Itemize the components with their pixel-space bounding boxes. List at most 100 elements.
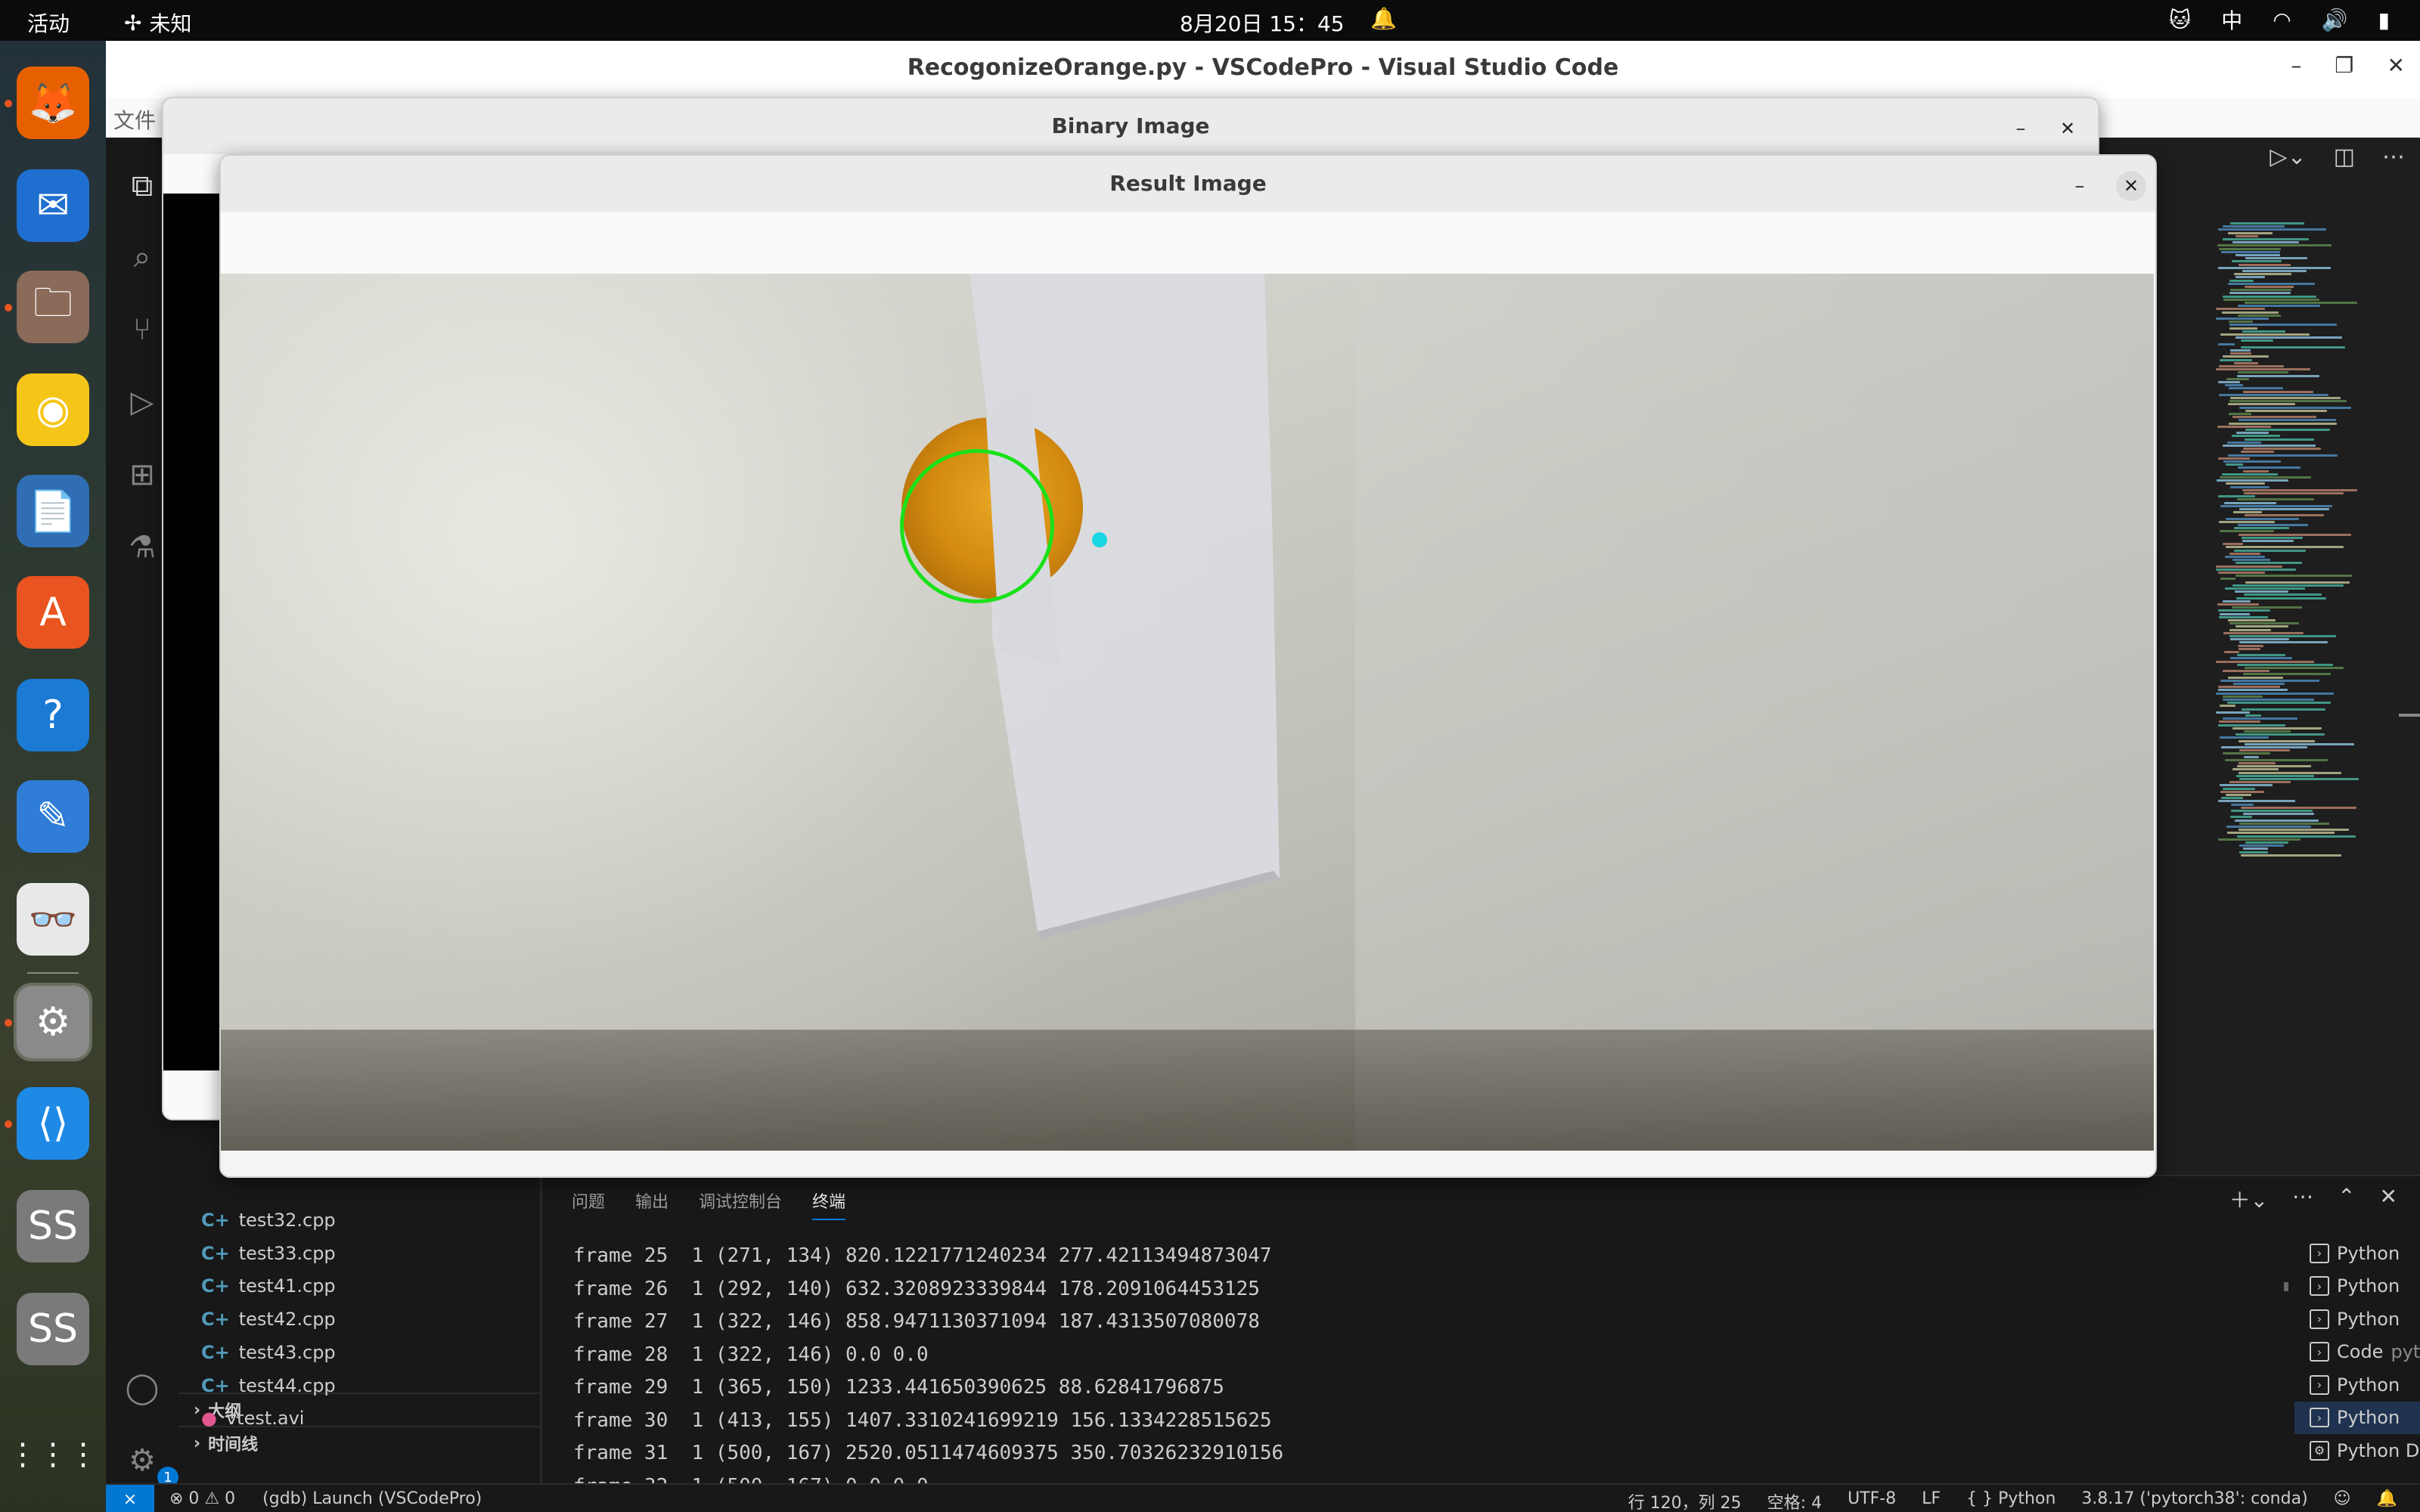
search-icon[interactable]: ⌕ xyxy=(121,236,163,278)
notification-bell-icon[interactable]: 🔔 xyxy=(1370,6,1397,31)
maximize-icon[interactable]: ❐ xyxy=(2335,53,2353,78)
minimap-line xyxy=(2230,638,2289,641)
system-tray: 🐱 中 ◠ 🔊 ▮ xyxy=(2169,5,2390,35)
explorer-file-item[interactable]: ● vtest.avi xyxy=(201,1402,304,1435)
run-icon[interactable]: ▷⌄ xyxy=(2270,144,2306,170)
minimap-line xyxy=(2243,469,2269,472)
split-editor-icon[interactable]: ◫ xyxy=(2334,144,2355,170)
bottom-panel: 问题 输出 调试控制台 终端 ＋⌄ ⋯ ⌃ ✕ frame 25 1 (271, 13… xyxy=(543,1175,2420,1512)
app-menu[interactable]: ✢ 未知 xyxy=(124,8,191,38)
clock[interactable]: 8月20日 15：45 xyxy=(1180,8,1345,38)
minimap-line xyxy=(2244,730,2291,733)
writer-icon[interactable]: 📄 xyxy=(17,475,89,547)
menu-file[interactable]: 文件 xyxy=(113,104,156,135)
close-icon[interactable]: ✕ xyxy=(2387,53,2405,78)
explorer-file-item[interactable]: C+ test42.cpp xyxy=(201,1303,336,1336)
notifications-icon[interactable]: 🔔 xyxy=(2377,1489,2397,1512)
cursor-position[interactable]: 行 120，列 25 xyxy=(1628,1489,1742,1512)
battery-icon[interactable]: ▮ xyxy=(2378,8,2390,33)
minimap-line xyxy=(2223,695,2263,698)
text-editor-icon[interactable]: ✎ xyxy=(17,780,89,853)
minimap-line xyxy=(2232,241,2299,244)
extensions-icon[interactable]: ⊞ xyxy=(121,454,163,496)
terminal-instance[interactable]: › Python xyxy=(2294,1368,2420,1402)
close-icon[interactable]: ✕ xyxy=(2116,171,2146,201)
minimap-line xyxy=(2233,511,2262,514)
indentation[interactable]: 空格: 4 xyxy=(1767,1489,1822,1512)
minimap-line xyxy=(2242,488,2357,491)
panel-tab[interactable]: 终端 xyxy=(812,1188,846,1220)
show-apps-grid-icon[interactable]: ⋮⋮⋮ xyxy=(8,1418,98,1491)
testing-icon[interactable]: ⚗ xyxy=(121,526,163,569)
minimap-line xyxy=(2237,374,2319,377)
thunderbird-icon[interactable]: ✉ xyxy=(17,169,89,242)
minimize-icon[interactable]: – xyxy=(2291,53,2301,78)
terminal-icon: › xyxy=(2310,1243,2329,1263)
panel-tab[interactable]: 输出 xyxy=(635,1188,669,1220)
panel-tab[interactable]: 调试控制台 xyxy=(699,1188,782,1220)
minimap-line xyxy=(2223,670,2270,673)
terminal-instance[interactable]: › Python xyxy=(2294,1303,2420,1336)
new-terminal-icon[interactable]: ＋⌄ xyxy=(2229,1184,2268,1214)
explorer-file-item[interactable]: C+ test33.cpp xyxy=(201,1237,336,1270)
drive-2-icon[interactable]: SS xyxy=(17,1293,89,1365)
explorer-file-item[interactable]: C+ test41.cpp xyxy=(201,1269,336,1303)
terminal-scrollbar[interactable] xyxy=(2284,1282,2288,1291)
minimap[interactable] xyxy=(2216,222,2367,857)
editor-scrollbar[interactable] xyxy=(2399,714,2420,717)
cat-tray-icon[interactable]: 🐱 xyxy=(2169,8,2191,33)
volume-icon[interactable]: 🔊 xyxy=(2322,8,2348,33)
minimize-icon[interactable]: – xyxy=(2065,171,2095,201)
drive-1-icon[interactable]: SS xyxy=(17,1190,89,1263)
result-image-window[interactable]: Result Image – ✕ xyxy=(219,154,2157,1178)
input-method-indicator[interactable]: 中 xyxy=(2221,5,2242,35)
manage-gear-icon[interactable]: ⚙ 1 xyxy=(121,1439,178,1488)
help-icon[interactable]: ? xyxy=(17,679,89,751)
minimap-line xyxy=(2225,384,2243,387)
terminal-instance[interactable]: › Python xyxy=(2294,1401,2420,1434)
minimap-line xyxy=(2229,400,2347,403)
accounts-icon[interactable]: ◯ xyxy=(121,1367,163,1409)
debug-config[interactable]: (gdb) Launch (VSCodePro) xyxy=(262,1489,482,1508)
close-icon[interactable]: ✕ xyxy=(2052,113,2083,144)
panel-tab[interactable]: 问题 xyxy=(572,1188,605,1220)
terminal-instance[interactable]: › Code pyth... xyxy=(2294,1336,2420,1369)
wifi-icon[interactable]: ◠ xyxy=(2273,8,2291,33)
python-interpreter[interactable]: 3.8.17 ('pytorch38': conda) xyxy=(2081,1489,2307,1512)
source-control-icon[interactable]: ⑂ xyxy=(121,308,163,351)
activities-button[interactable]: 活动 xyxy=(27,8,70,38)
minimap-line xyxy=(2234,527,2289,530)
explorer-icon[interactable]: ⧉ xyxy=(121,165,163,207)
terminal-instance[interactable]: › Python xyxy=(2294,1270,2420,1303)
minimap-line xyxy=(2221,250,2280,253)
language-mode[interactable]: { } Python xyxy=(1966,1489,2055,1512)
settings-icon[interactable]: ⚙ xyxy=(14,983,92,1061)
minimap-line xyxy=(2242,540,2294,542)
vscode-icon[interactable]: ⟨⟩ xyxy=(17,1087,89,1160)
run-debug-icon[interactable]: ▷ xyxy=(121,381,163,423)
explorer-file-item[interactable]: C+ test32.cpp xyxy=(201,1204,336,1237)
end-of-line[interactable]: LF xyxy=(1922,1489,1941,1512)
encoding[interactable]: UTF-8 xyxy=(1848,1489,1896,1512)
rhythmbox-icon[interactable]: ◉ xyxy=(17,373,89,446)
document-viewer-icon[interactable]: 👓 xyxy=(17,883,89,956)
app-center-icon[interactable]: A xyxy=(17,576,89,649)
minimap-line xyxy=(2216,568,2296,571)
more-actions-icon[interactable]: ⋯ xyxy=(2382,144,2405,170)
explorer-file-item[interactable]: C+ test43.cpp xyxy=(201,1336,336,1369)
problems-indicator[interactable]: ⊗ 0 ⚠ 0 xyxy=(169,1489,235,1508)
maximize-panel-icon[interactable]: ⌃ xyxy=(2338,1184,2355,1214)
remote-indicator-icon[interactable]: ⨯ xyxy=(106,1485,154,1512)
terminal-instance[interactable]: › Python xyxy=(2294,1237,2420,1270)
files-icon[interactable]: 🗀 xyxy=(17,271,89,343)
explorer-file-item[interactable]: C+ test44.cpp xyxy=(201,1369,336,1402)
minimap-line xyxy=(2245,714,2261,717)
minimap-line xyxy=(2232,435,2280,438)
terminal-output[interactable]: frame 25 1 (271, 134) 820.1221771240234 … xyxy=(573,1240,1283,1512)
terminal-instance[interactable]: ⚙ Python De... xyxy=(2294,1434,2420,1467)
firefox-icon[interactable]: 🦊 xyxy=(17,67,89,139)
more-icon[interactable]: ⋯ xyxy=(2292,1184,2313,1214)
feedback-icon[interactable]: ☺ xyxy=(2334,1489,2351,1512)
close-panel-icon[interactable]: ✕ xyxy=(2380,1184,2397,1214)
minimize-icon[interactable]: – xyxy=(2006,113,2036,144)
